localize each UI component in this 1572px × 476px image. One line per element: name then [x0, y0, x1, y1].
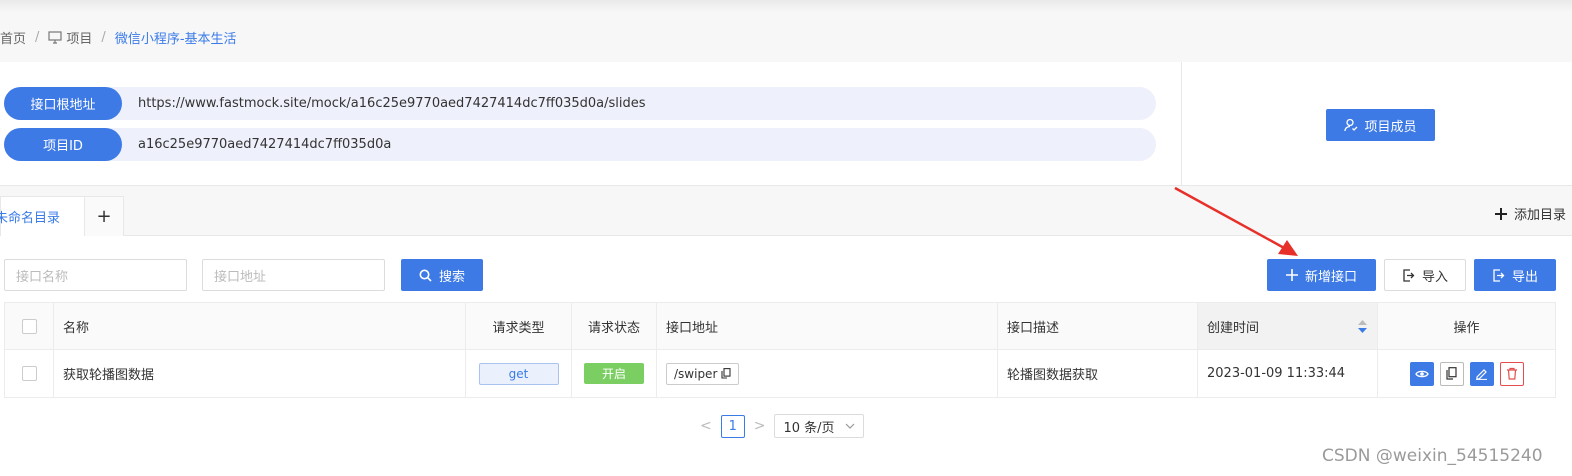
annotation-arrow	[1174, 186, 1298, 256]
watermark: CSDN @weixin_54515240	[1322, 446, 1543, 466]
